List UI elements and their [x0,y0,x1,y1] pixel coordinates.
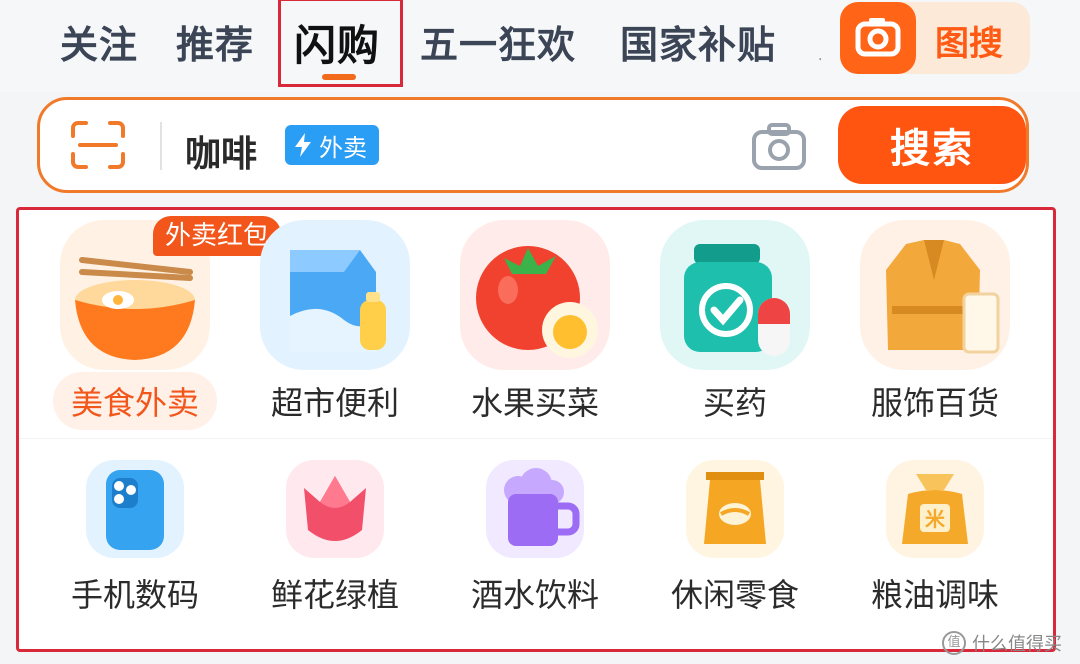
lightning-icon [295,133,311,157]
category-grid: 外卖红包 美食外卖 超市便利 水果买菜 买药 服饰百货 手机数码 鲜花绿植 酒水… [16,207,1056,652]
svg-text:米: 米 [925,507,946,531]
search-bar[interactable]: 咖啡 外卖 搜索 [37,97,1029,193]
active-tab-highlight-box [278,0,403,87]
category-label: 粮油调味 [870,576,999,614]
camera-icon[interactable] [750,120,808,172]
row-divider [19,438,1053,439]
category-phones-digital[interactable]: 手机数码 [35,210,235,614]
category-label: 休闲零食 [670,576,799,614]
tab-may-day[interactable]: 五一狂欢 [420,14,576,69]
category-label: 手机数码 [70,576,199,614]
snack-bag-icon [686,460,784,558]
search-button[interactable]: 搜索 [838,106,1026,184]
category-flowers-plants[interactable]: 鲜花绿植 [235,210,435,614]
tulip-icon [286,460,384,558]
beer-mug-icon [486,460,584,558]
category-snacks[interactable]: 休闲零食 [635,210,835,614]
tab-recommend[interactable]: 推荐 [176,14,254,69]
watermark-text: 什么值得买 [972,634,1062,655]
image-search-button[interactable]: 图搜 [840,2,1030,74]
tab-national-subsidy[interactable]: 国家补贴 [620,14,776,69]
rice-sack-icon: 米 [886,460,984,558]
phone-icon [86,460,184,558]
category-grain-oil-seasoning[interactable]: 米 粮油调味 [835,210,1035,614]
delivery-badge-label: 外卖 [319,133,367,162]
search-query-text[interactable]: 咖啡 [185,125,257,177]
category-drinks[interactable]: 酒水饮料 [435,210,635,614]
scan-icon[interactable] [70,120,126,170]
tab-follow[interactable]: 关注 [60,14,138,69]
search-divider [160,122,162,170]
image-search-label: 图搜 [935,24,1003,64]
category-label: 鲜花绿植 [270,576,399,614]
category-label: 酒水饮料 [470,576,599,614]
watermark-logo-icon: 值 [942,631,966,655]
top-tab-bar: 关注 推荐 闪购 五一狂欢 国家补贴 . 图搜 [0,0,1080,92]
camera-icon [840,2,916,74]
delivery-badge: 外卖 [285,125,379,165]
tab-overflow-dot: . [818,48,823,64]
watermark: 值 什么值得买 [942,630,1062,656]
